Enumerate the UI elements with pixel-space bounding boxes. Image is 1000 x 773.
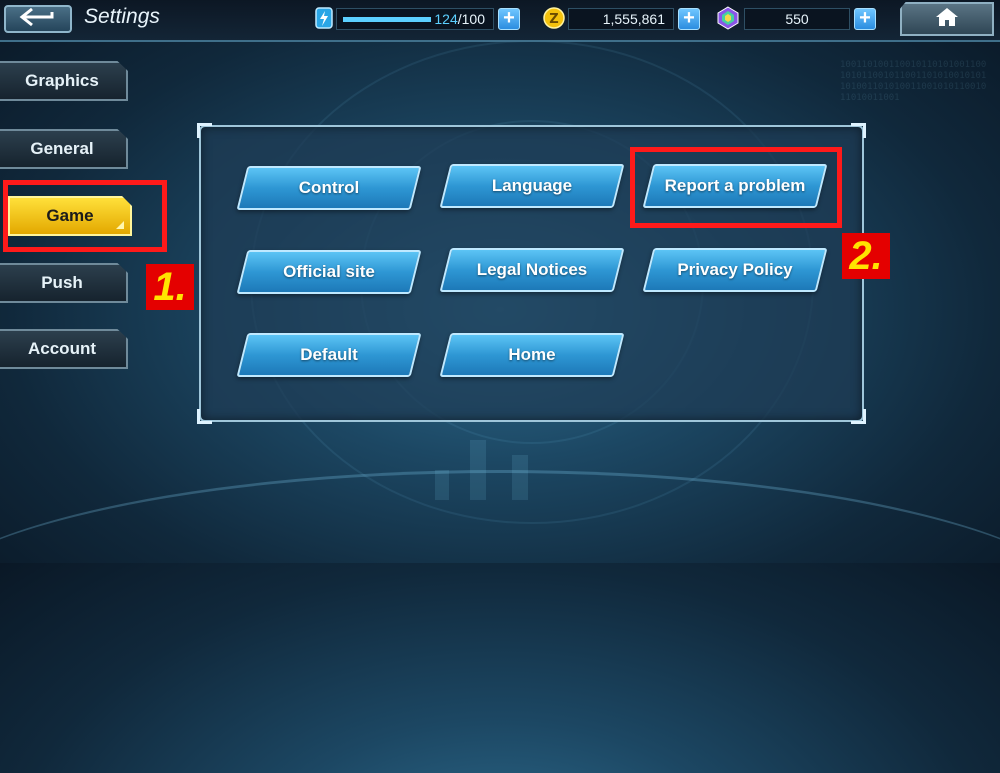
home-icon (934, 6, 960, 33)
stamina-bar: 124/100 (336, 8, 494, 30)
language-button[interactable]: Language (439, 164, 625, 208)
tab-label: Account (28, 339, 96, 358)
plus-icon: + (859, 7, 871, 29)
add-coins-button[interactable]: + (678, 8, 700, 30)
highlight-box-game-tab (3, 180, 167, 252)
stamina-max: /100 (457, 11, 485, 27)
tab-label: General (30, 139, 94, 158)
button-label: Report a problem (664, 176, 806, 195)
tab-label: Push (41, 273, 83, 292)
button-label: Legal Notices (476, 260, 588, 279)
privacy-policy-button[interactable]: Privacy Policy (642, 248, 828, 292)
svg-text:Z: Z (549, 12, 558, 27)
page-title: Settings (84, 5, 160, 28)
tab-graphics[interactable]: Graphics (0, 61, 128, 101)
button-label: Control (298, 178, 360, 197)
legal-notices-button[interactable]: Legal Notices (439, 248, 625, 292)
stamina-current: 124 (434, 11, 458, 27)
back-button[interactable] (4, 5, 72, 33)
button-label: Official site (283, 262, 375, 281)
gem-counter: 550 (744, 8, 850, 30)
coin-counter: 1,555,861 (568, 8, 674, 30)
step-1-label: 1. (146, 264, 194, 310)
add-gems-button[interactable]: + (854, 8, 876, 30)
coin-icon: Z (543, 6, 565, 30)
button-label: Home (508, 345, 556, 364)
home-nav-button[interactable] (900, 2, 994, 36)
default-button[interactable]: Default (236, 333, 422, 377)
back-arrow-icon (18, 7, 58, 32)
stamina-fill (343, 17, 431, 22)
official-site-button[interactable]: Official site (236, 250, 422, 294)
button-label: Default (300, 345, 358, 364)
panel-corner (851, 123, 866, 138)
gem-amount: 550 (785, 11, 809, 27)
plus-icon: + (503, 7, 515, 29)
gem-icon (716, 6, 739, 30)
panel-corner (197, 409, 212, 424)
button-label: Language (491, 176, 573, 195)
coin-amount: 1,555,861 (602, 11, 665, 27)
panel-corner (851, 409, 866, 424)
step-2-label: 2. (842, 233, 890, 279)
tab-account[interactable]: Account (0, 329, 128, 369)
button-label: Privacy Policy (677, 260, 793, 279)
top-bar: Settings 124/100 + Z 1,555,861 + 550 + (0, 0, 1000, 42)
report-problem-button[interactable]: Report a problem (642, 164, 828, 208)
control-button[interactable]: Control (236, 166, 422, 210)
plus-icon: + (683, 7, 695, 29)
stamina-icon (313, 6, 335, 30)
home-button[interactable]: Home (439, 333, 625, 377)
tab-general[interactable]: General (0, 129, 128, 169)
add-stamina-button[interactable]: + (498, 8, 520, 30)
tab-label: Graphics (25, 71, 99, 90)
tab-push[interactable]: Push (0, 263, 128, 303)
panel-corner (197, 123, 212, 138)
